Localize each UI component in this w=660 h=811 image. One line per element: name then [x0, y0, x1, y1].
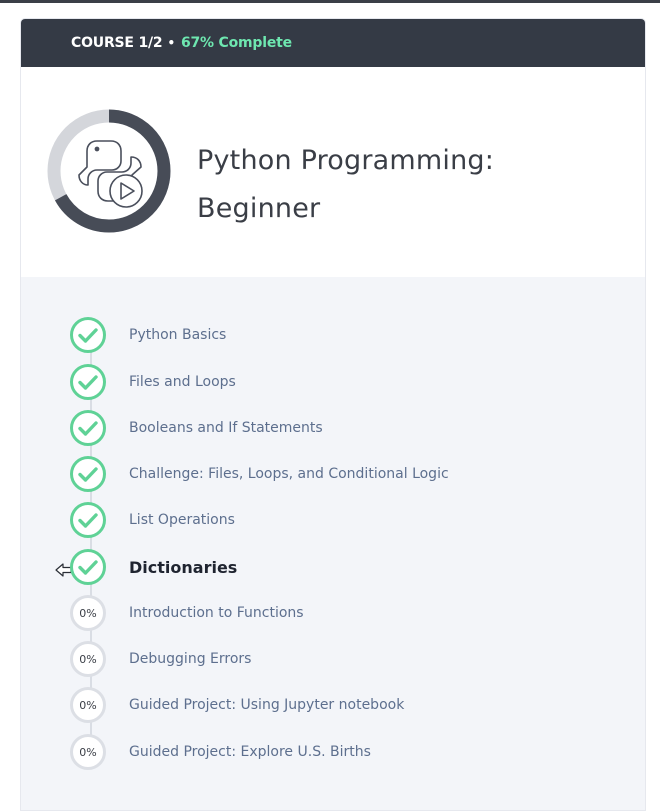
course-hero: Python Programming: Beginner: [21, 67, 645, 277]
lesson-progress-badge: 0%: [70, 595, 106, 631]
top-border: [0, 0, 660, 3]
lesson-title[interactable]: List Operations: [129, 512, 235, 528]
separator-bullet: •: [167, 36, 175, 50]
lesson-progress-badge: 0%: [70, 641, 106, 677]
lesson-title[interactable]: Python Basics: [129, 327, 226, 343]
checkmark-icon: [78, 513, 98, 528]
lesson-progress-badge: 0%: [70, 734, 106, 770]
lesson-title[interactable]: Challenge: Files, Loops, and Conditional…: [129, 466, 449, 482]
checkmark-icon: [78, 421, 98, 436]
lesson-title[interactable]: Dictionaries: [129, 558, 237, 577]
course-count: COURSE 1/2: [71, 35, 163, 51]
lesson-item[interactable]: 0% Debugging Errors: [70, 638, 251, 680]
lesson-list: Python Basics Files and Loops Booleans and…: [21, 277, 645, 810]
lesson-title[interactable]: Booleans and If Statements: [129, 420, 323, 436]
completion-status: 67% Complete: [180, 35, 292, 51]
course-title: Python Programming: Beginner: [197, 145, 495, 224]
lesson-title[interactable]: Files and Loops: [129, 374, 236, 390]
lesson-item[interactable]: Dictionaries: [70, 546, 237, 588]
course-card: COURSE 1/2 • 67% Complete Python Program…: [20, 18, 646, 811]
check-icon: [70, 456, 106, 492]
lesson-item[interactable]: Python Basics: [70, 314, 226, 356]
lesson-progress-badge: 0%: [70, 687, 106, 723]
lesson-title[interactable]: Guided Project: Explore U.S. Births: [129, 744, 371, 760]
check-icon: [70, 502, 106, 538]
check-icon: [70, 364, 106, 400]
checkmark-icon: [78, 375, 98, 390]
check-icon: [70, 410, 106, 446]
lesson-item[interactable]: List Operations: [70, 499, 235, 541]
lesson-title[interactable]: Guided Project: Using Jupyter notebook: [129, 697, 404, 713]
checkmark-icon: [78, 560, 98, 575]
lesson-item[interactable]: 0% Guided Project: Using Jupyter notebook: [70, 684, 404, 726]
python-play-icon: [78, 140, 143, 208]
lesson-item[interactable]: Files and Loops: [70, 361, 236, 403]
lesson-item[interactable]: Booleans and If Statements: [70, 407, 323, 449]
lesson-item[interactable]: Challenge: Files, Loops, and Conditional…: [70, 453, 449, 495]
check-icon: [70, 549, 106, 585]
lesson-item[interactable]: 0% Introduction to Functions: [70, 592, 304, 634]
lesson-title[interactable]: Introduction to Functions: [129, 605, 304, 621]
checkmark-icon: [78, 467, 98, 482]
check-icon: [70, 317, 106, 353]
course-progress-ring: [47, 109, 171, 233]
course-header: COURSE 1/2 • 67% Complete: [21, 19, 645, 67]
checkmark-icon: [78, 328, 98, 343]
lesson-item[interactable]: 0% Guided Project: Explore U.S. Births: [70, 731, 371, 773]
lesson-title[interactable]: Debugging Errors: [129, 651, 251, 667]
